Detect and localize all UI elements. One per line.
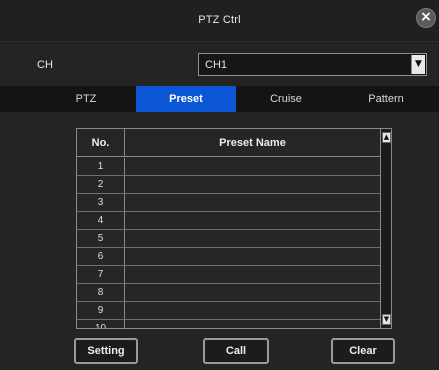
tab-ptz[interactable]: PTZ [36,86,136,112]
close-icon[interactable]: × [416,8,436,28]
ptz-ctrl-dialog: PTZ Ctrl × CH CH1 ▼ PTZ Preset Cruise Pa… [0,0,439,370]
tab-pattern[interactable]: Pattern [336,86,436,112]
scroll-down-icon[interactable]: ▼ [382,314,391,325]
preset-number: 3 [77,194,125,211]
preset-name [125,230,380,247]
table-body: 1 2 3 4 5 6 7 8 9 10 [77,158,380,328]
table-row[interactable]: 10 [77,320,380,328]
table-scrollbar[interactable]: ▲ ▼ [380,129,391,328]
preset-name [125,248,380,265]
call-button[interactable]: Call [203,338,269,364]
table-row[interactable]: 2 [77,176,380,194]
tab-bar: PTZ Preset Cruise Pattern [0,86,439,112]
preset-number: 5 [77,230,125,247]
column-header-preset-name: Preset Name [219,137,286,149]
preset-name [125,194,380,211]
title-bar: PTZ Ctrl × [0,0,439,42]
channel-select-value: CH1 [205,59,228,71]
preset-name [125,212,380,229]
column-header-no: No. [77,129,125,157]
table-row[interactable]: 6 [77,248,380,266]
preset-number: 2 [77,176,125,193]
setting-button[interactable]: Setting [74,338,138,364]
channel-select[interactable]: CH1 ▼ [198,53,427,76]
table-row[interactable]: 7 [77,266,380,284]
preset-number: 8 [77,284,125,301]
dialog-title: PTZ Ctrl [198,14,241,26]
preset-number: 10 [77,320,125,328]
table-row[interactable]: 8 [77,284,380,302]
tab-preset[interactable]: Preset [136,86,236,112]
table-row[interactable]: 9 [77,302,380,320]
table-row[interactable]: 5 [77,230,380,248]
preset-number: 6 [77,248,125,265]
clear-button[interactable]: Clear [331,338,395,364]
preset-number: 7 [77,266,125,283]
preset-name [125,302,380,319]
tab-cruise[interactable]: Cruise [236,86,336,112]
chevron-down-icon[interactable]: ▼ [411,55,425,74]
preset-number: 4 [77,212,125,229]
table-header: No. Preset Name [77,129,380,157]
table-row[interactable]: 1 [77,158,380,176]
table-row[interactable]: 4 [77,212,380,230]
preset-name [125,266,380,283]
scroll-up-icon[interactable]: ▲ [382,132,391,143]
preset-name [125,320,380,328]
preset-number: 9 [77,302,125,319]
table-row[interactable]: 3 [77,194,380,212]
channel-label: CH [37,59,53,71]
preset-name [125,284,380,301]
preset-number: 1 [77,158,125,175]
preset-table: No. Preset Name 1 2 3 4 5 6 7 8 9 10 ▲ ▼ [76,128,392,329]
preset-name [125,158,380,175]
preset-name [125,176,380,193]
